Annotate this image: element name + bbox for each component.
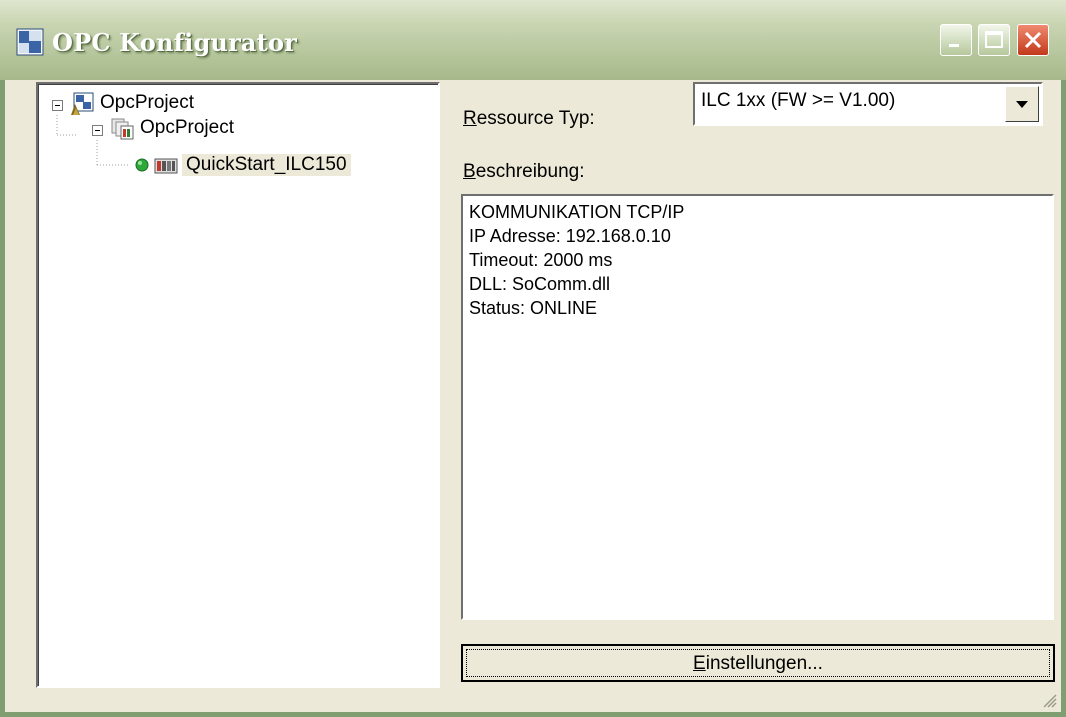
resource-type-label: Ressource Typ:: [463, 108, 595, 129]
close-button[interactable]: [1017, 24, 1049, 56]
maximize-icon: [985, 31, 1003, 48]
description-text: KOMMUNIKATION TCP/IP IP Adresse: 192.168…: [463, 200, 684, 320]
close-icon: [1024, 31, 1042, 49]
collapse-configuration-icon[interactable]: [92, 125, 103, 136]
tree-label-root: OpcProject: [100, 92, 194, 113]
opc-app-icon: [16, 28, 44, 56]
minimize-icon: [949, 44, 959, 47]
tree-item-root[interactable]: OpcProject: [38, 92, 438, 120]
description-line: IP Adresse: 192.168.0.10: [469, 226, 671, 246]
project-tree[interactable]: OpcProject OpcProject QuickStart_ILC150: [36, 82, 440, 688]
resize-grip-icon[interactable]: [1041, 692, 1057, 708]
resource-type-value: ILC 1xx (FW >= V1.00): [701, 90, 896, 111]
description-textbox[interactable]: KOMMUNIKATION TCP/IP IP Adresse: 192.168…: [461, 194, 1054, 620]
tree-label-resource: QuickStart_ILC150: [182, 154, 351, 176]
description-line: DLL: SoComm.dll: [469, 274, 611, 294]
opc-konfigurator-window: OPC Konfigurator OpcProject OpcProject Q…: [0, 0, 1066, 717]
settings-button[interactable]: Einstellungen...: [461, 644, 1055, 682]
chevron-down-icon: [1016, 101, 1028, 108]
minimize-button[interactable]: [940, 24, 972, 56]
resource-type-dropdown-button[interactable]: [1005, 86, 1039, 122]
window-title: OPC Konfigurator: [52, 28, 298, 57]
maximize-button[interactable]: [978, 24, 1010, 56]
collapse-root-icon[interactable]: [52, 100, 63, 111]
tree-label-configuration: OpcProject: [140, 117, 234, 138]
tree-item-resource[interactable]: QuickStart_ILC150: [38, 154, 438, 182]
client-area: OpcProject OpcProject QuickStart_ILC150 …: [5, 80, 1061, 712]
resource-icon: [154, 158, 178, 174]
description-line: KOMMUNIKATION TCP/IP: [469, 202, 685, 222]
description-line: Timeout: 2000 ms: [469, 250, 613, 270]
title-bar[interactable]: OPC Konfigurator: [0, 0, 1066, 80]
description-line: Status: ONLINE: [469, 298, 598, 318]
resource-type-select[interactable]: ILC 1xx (FW >= V1.00): [693, 82, 1043, 126]
project-icon: [71, 92, 94, 115]
online-status-icon: [135, 158, 149, 172]
settings-button-label: Einstellungen...: [693, 653, 823, 674]
tree-item-configuration[interactable]: OpcProject: [38, 117, 438, 145]
description-label: Beschreibung:: [463, 161, 585, 182]
configuration-icon: [111, 118, 134, 140]
